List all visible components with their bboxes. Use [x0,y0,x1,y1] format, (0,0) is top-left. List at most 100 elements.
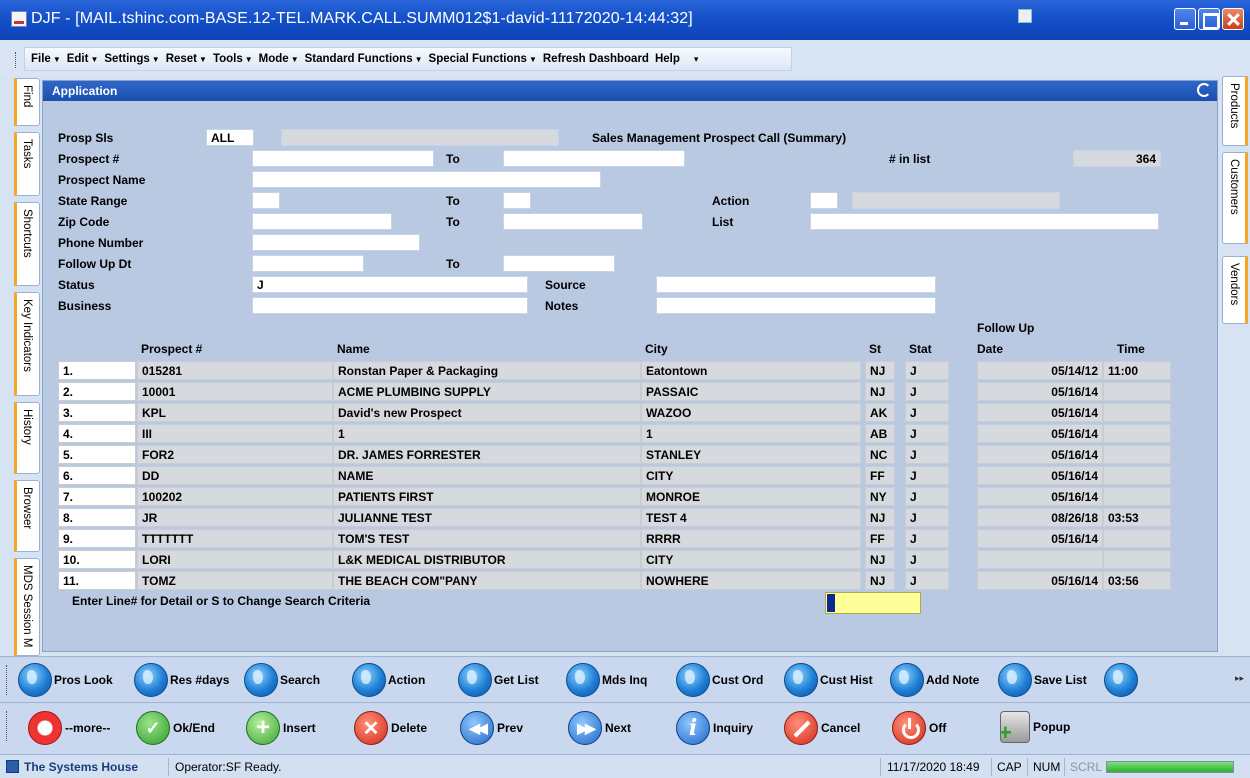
tab-mds-session[interactable]: MDS Session M [14,558,40,656]
menu-reset[interactable]: Reset ▼ [166,53,207,65]
status-field[interactable]: J [252,276,528,293]
action-button[interactable]: Action [352,663,425,697]
menu-mode[interactable]: Mode ▼ [259,53,299,65]
tray-icon[interactable] [1018,9,1032,23]
state-range-to-field[interactable] [503,192,531,209]
button-label: Popup [1033,720,1071,734]
inquiry-button[interactable]: i Inquiry [676,711,753,745]
cell-stat: J [905,445,949,464]
button-label: Mds Inq [602,673,648,687]
tab-vendors[interactable]: Vendors [1222,256,1248,324]
line-number-input[interactable] [825,592,921,614]
cust-ord-button[interactable]: Cust Ord [676,663,763,697]
tab-products[interactable]: Products [1222,76,1248,146]
progress-fill [1107,762,1233,772]
cust-hist-button[interactable]: Cust Hist [784,663,873,697]
menu-tools[interactable]: Tools ▼ [213,53,253,65]
off-button[interactable]: Off [892,711,946,745]
close-button[interactable] [1222,8,1244,30]
tab-key-indicators[interactable]: Key Indicators [14,292,40,396]
cancel-button[interactable]: Cancel [784,711,860,745]
minimize-button[interactable] [1174,8,1196,30]
maximize-button[interactable] [1198,8,1220,30]
prev-button[interactable]: ◀◀ Prev [460,711,523,745]
insert-button[interactable]: + Insert [246,711,316,745]
more-button[interactable]: --more-- [28,711,110,745]
menu-special-functions[interactable]: Special Functions ▼ [429,53,537,65]
tab-label: Find [21,85,33,108]
tab-browser[interactable]: Browser [14,480,40,552]
menu-settings[interactable]: Settings ▼ [104,53,159,65]
get-list-button[interactable]: Get List [458,663,539,697]
mds-inq-button[interactable]: Mds Inq [566,663,647,697]
cell-line[interactable]: 6. [58,466,136,485]
search-button[interactable]: Search [244,663,320,697]
menu-standard-functions[interactable]: Standard Functions ▼ [305,53,423,65]
state-range-from-field[interactable] [252,192,280,209]
follow-up-from-field[interactable] [252,255,364,272]
cell-line[interactable]: 2. [58,382,136,401]
dropdown-arrow-icon: ▼ [52,55,61,64]
tab-history[interactable]: History [14,402,40,474]
next-button[interactable]: ▶▶ Next [568,711,631,745]
refresh-icon[interactable] [1197,83,1211,97]
prosp-sls-field[interactable]: ALL [206,129,254,146]
prospect-name-field[interactable] [252,171,601,188]
col-header-prospect: Prospect # [141,342,203,356]
action-toolbar: --more-- ✓ Ok/End + Insert ✕ Delete ◀◀ Prev ▶▶ Nex… [0,702,1250,754]
menu-label: File [31,53,51,65]
popup-button[interactable]: Popup [999,711,1071,746]
list-field[interactable] [810,213,1159,230]
save-list-button[interactable]: Save List [998,663,1087,697]
cell-line[interactable]: 1. [58,361,136,380]
action-code-field[interactable] [810,192,838,209]
tab-tasks[interactable]: Tasks [14,132,40,196]
prospect-no-from-field[interactable] [252,150,434,167]
tab-customers[interactable]: Customers [1222,152,1248,244]
menu-grip[interactable] [15,52,18,68]
tab-shortcuts[interactable]: Shortcuts [14,202,40,286]
cell-line[interactable]: 7. [58,487,136,506]
zip-code-label: Zip Code [58,215,110,229]
tab-label: Vendors [1228,263,1240,306]
prospect-no-to-field[interactable] [503,150,685,167]
cell-name: PATIENTS FIRST [333,487,641,506]
app-icon[interactable] [11,11,27,27]
col-header-time: Time [1117,342,1145,356]
source-field[interactable] [656,276,936,293]
list-label: List [712,215,734,229]
toolbar-grip[interactable] [6,711,9,741]
business-field[interactable] [252,297,528,314]
notes-field[interactable] [656,297,936,314]
cell-time: 03:53 [1103,508,1171,527]
cell-line[interactable]: 3. [58,403,136,422]
cell-line[interactable]: 11. [58,571,136,590]
toolbar-grip[interactable] [6,665,9,695]
res-days-button[interactable]: Res #days [134,663,229,697]
zip-code-from-field[interactable] [252,213,392,230]
menu-file[interactable]: File ▼ [31,53,61,65]
globe-icon [566,663,600,697]
add-note-button[interactable]: Add Note [890,663,979,697]
zip-code-to-field[interactable] [503,213,643,230]
menu-overflow-icon[interactable]: ▾ [694,54,699,65]
cell-line[interactable]: 5. [58,445,136,464]
menu-edit[interactable]: Edit ▼ [67,53,99,65]
cell-st: AK [865,403,895,422]
menu-refresh-dashboard[interactable]: Refresh Dashboard [543,53,649,65]
blank-button[interactable] [1104,663,1140,697]
state-range-to-label: To [446,194,460,208]
delete-button[interactable]: ✕ Delete [354,711,427,745]
tab-find[interactable]: Find [14,78,40,126]
cell-line[interactable]: 4. [58,424,136,443]
phone-number-field[interactable] [252,234,420,251]
follow-up-to-field[interactable] [503,255,615,272]
cell-line[interactable]: 8. [58,508,136,527]
cell-line[interactable]: 9. [58,529,136,548]
cell-line[interactable]: 10. [58,550,136,569]
ok-end-button[interactable]: ✓ Ok/End [136,711,215,745]
button-label: Inquiry [713,721,754,735]
menu-help[interactable]: Help [655,53,680,65]
globe-icon [18,663,52,697]
pros-look-button[interactable]: Pros Look [18,663,113,697]
